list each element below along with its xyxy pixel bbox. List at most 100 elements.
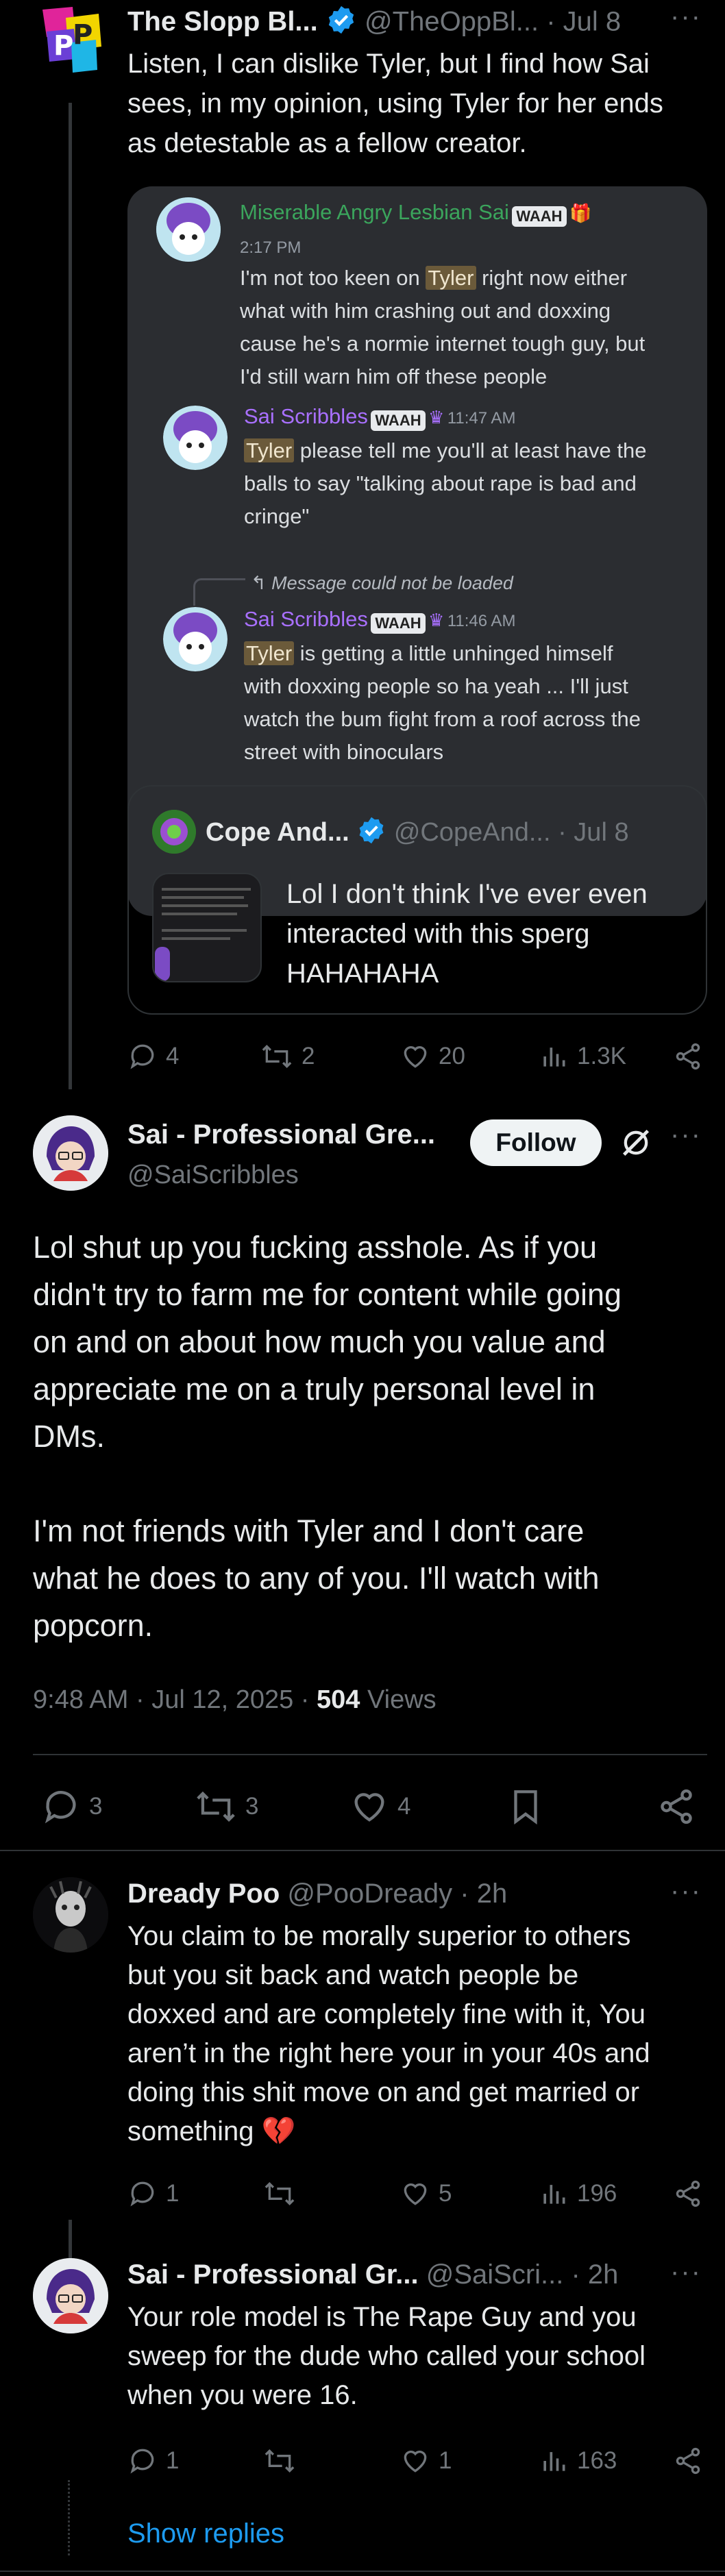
role-badge: WAAH [371,612,426,634]
tweet-time[interactable]: · Jul 8 [546,7,621,37]
show-replies-link[interactable]: Show replies [127,2518,284,2549]
verified-icon [356,815,386,852]
discord-time: 11:47 AM [447,409,516,428]
author-name[interactable]: Dready Poo [127,1879,280,1909]
share-icon [673,2446,703,2476]
reply-button[interactable]: 1 [127,2446,179,2476]
avatar-sai[interactable] [33,1115,108,1191]
share-button[interactable] [673,2446,703,2476]
author-name[interactable]: The Slopp Bl... [127,7,318,37]
grok-icon[interactable] [618,1125,654,1164]
more-icon[interactable]: ··· [670,2257,702,2288]
author-name[interactable]: Sai - Professional Gre... [127,1119,435,1150]
thread-line-dotted [68,2480,70,2555]
reply-button[interactable]: 3 [41,1787,102,1826]
tweet-time[interactable]: · 2h [460,1879,507,1909]
author-handle[interactable]: @SaiScri... [426,2259,564,2290]
views-button[interactable]: 1.3K [539,1041,626,1072]
bookmark-button[interactable] [506,1787,545,1826]
author-handle[interactable]: @TheOppBl... [365,7,539,37]
tweet-text: Listen, I can dislike Tyler, but I find … [127,49,663,158]
gift-icon: 🎁 [569,203,592,223]
discord-author: Sai Scribbles [244,607,368,631]
reply-note: ↰ Message could not be loaded [251,573,513,593]
author-handle[interactable]: @PooDready [287,1879,452,1909]
quoted-tweet[interactable]: Cope And... @CopeAnd... · Jul 8 Lol I do… [127,785,707,1015]
reply-button[interactable]: 1 [127,2179,179,2209]
repost-button[interactable] [263,2446,296,2476]
svg-text:P: P [53,30,73,62]
reply-icon [41,1787,81,1826]
repost-icon [263,2179,296,2209]
heart-icon [400,2446,430,2476]
quote-author-name: Cope And... [206,818,349,847]
analytics-icon [539,1041,569,1072]
reply-icon [127,1041,158,1072]
like-button[interactable]: 5 [400,2179,452,2209]
repost-icon [263,2446,296,2476]
discord-message: I'm not too keen on Tyler right now eith… [240,266,646,388]
repost-icon [195,1787,237,1826]
repost-button[interactable]: 3 [195,1787,258,1826]
more-icon[interactable]: ··· [670,1119,702,1150]
reply-connector [193,578,245,606]
more-icon[interactable]: ··· [670,1876,702,1907]
like-button[interactable]: 20 [400,1041,465,1072]
discord-author: Miserable Angry Lesbian Sai [240,200,509,224]
repost-button[interactable] [263,2179,296,2209]
tweet-time[interactable]: · 2h [572,2259,619,2290]
share-icon [656,1787,696,1826]
reply-text: Your role model is The Rape Guy and you … [127,2302,646,2410]
quote-time: · Jul 8 [558,818,629,847]
share-button[interactable] [673,2179,703,2209]
crown-icon: ♛ [428,610,445,630]
views-button[interactable]: 163 [539,2446,617,2476]
repost-icon [260,1041,293,1072]
like-button[interactable]: 4 [349,1787,410,1826]
quote-thumbnail [152,873,262,982]
avatar-dready[interactable] [33,1877,108,1953]
share-button[interactable] [656,1787,696,1826]
role-badge: WAAH [371,410,426,431]
heart-icon [400,1041,430,1072]
tweet-timestamp[interactable]: 9:48 AM · Jul 12, 2025 · 504 Views [33,1685,437,1715]
more-icon[interactable]: ··· [670,1,702,32]
discord-time: 11:46 AM [447,612,516,630]
role-badge: WAAH [512,206,567,227]
repost-button[interactable]: 2 [260,1041,315,1072]
quote-text: Lol I don't think I've ever even interac… [286,879,648,989]
share-icon [673,1041,703,1072]
avatar-slopp[interactable]: P P [33,4,106,77]
heart-icon [349,1787,389,1826]
reply-text: You claim to be morally superior to othe… [127,1921,650,2146]
verified-icon [325,4,357,42]
divider [0,1850,725,1851]
analytics-icon [539,2179,569,2209]
divider [0,2571,725,2572]
discord-time: 2:17 PM [240,238,302,257]
reply-icon [127,2446,158,2476]
heart-icon [400,2179,430,2209]
reply-arrow-icon: ↰ [251,573,267,593]
discord-avatar [156,197,221,262]
avatar-sai[interactable] [33,2258,108,2333]
quote-author-handle: @CopeAnd... [393,818,551,847]
share-button[interactable] [673,1041,703,1072]
discord-author: Sai Scribbles [244,404,368,428]
svg-text:P: P [73,19,93,51]
follow-button[interactable]: Follow [470,1119,602,1166]
reply-icon [127,2179,158,2209]
like-button[interactable]: 1 [400,2446,452,2476]
author-name[interactable]: Sai - Professional Gr... [127,2259,419,2290]
main-tweet-text: Lol shut up you fucking asshole. As if y… [33,1230,622,1643]
share-icon [673,2179,703,2209]
author-handle[interactable]: @SaiScribbles [127,1161,299,1190]
reply-button[interactable]: 4 [127,1041,179,1072]
views-button[interactable]: 196 [539,2179,617,2209]
discord-avatar [163,406,228,470]
avatar-cope [152,810,196,854]
discord-message: Tyler is getting a little unhinged himse… [244,641,641,764]
analytics-icon [539,2446,569,2476]
broken-heart-icon: 💔 [261,2116,296,2146]
discord-message: Tyler please tell me you'll at least hav… [244,438,647,528]
